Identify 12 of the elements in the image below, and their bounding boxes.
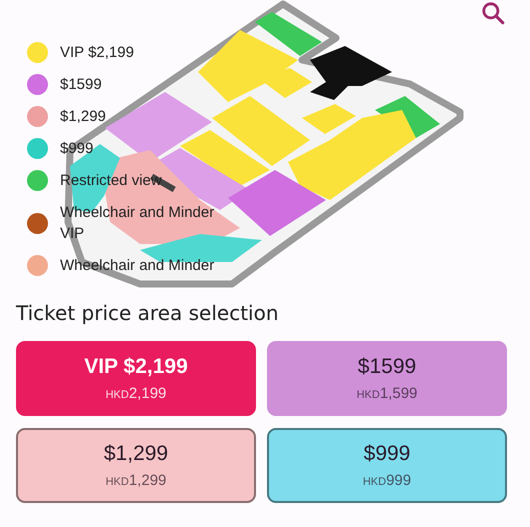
section-title: Ticket price area selection	[15, 300, 280, 327]
price-option[interactable]: $1,299 HKD1,299	[16, 428, 256, 503]
legend-label: $1,299	[60, 107, 107, 127]
search-icon[interactable]	[480, 0, 506, 26]
legend-label: $1599	[60, 75, 103, 95]
price-option[interactable]: $999 HKD999	[267, 428, 507, 503]
legend-label: VIP $2,199	[60, 43, 135, 63]
legend-label: $999	[60, 139, 94, 159]
legend-label: Wheelchair and Minder VIP	[60, 203, 216, 244]
price-option[interactable]: $1599 HKD1,599	[267, 341, 507, 416]
price-option[interactable]: VIP $2,199 HKD2,199	[16, 341, 256, 416]
legend-label: Wheelchair and Minder	[60, 256, 216, 276]
